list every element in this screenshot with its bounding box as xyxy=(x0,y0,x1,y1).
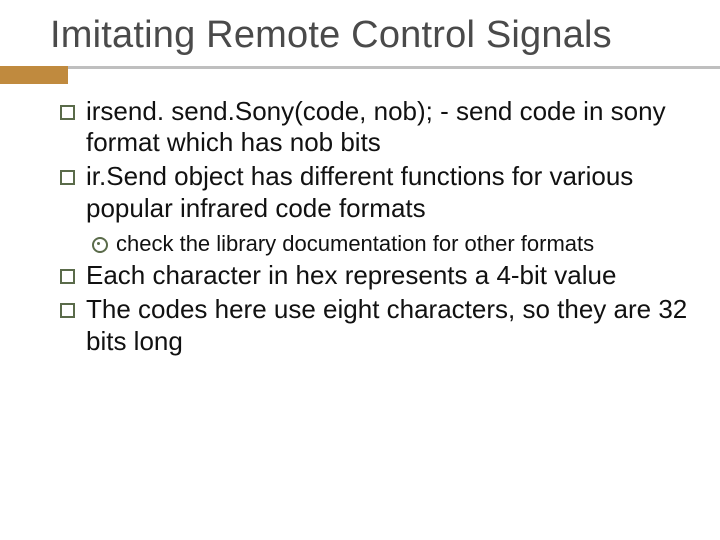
bullet-item: irsend. send.Sony(code, nob); - send cod… xyxy=(56,96,692,159)
bullet-text: ir.Send object has different functions f… xyxy=(86,161,633,223)
accent-bar xyxy=(0,66,68,84)
sub-bullet-list: check the library documentation for othe… xyxy=(86,229,692,259)
slide: Imitating Remote Control Signals irsend.… xyxy=(0,0,720,540)
slide-content: irsend. send.Sony(code, nob); - send cod… xyxy=(56,96,692,358)
bullet-item: Each character in hex represents a 4-bit… xyxy=(56,260,692,292)
bullet-item: The codes here use eight characters, so … xyxy=(56,294,692,357)
sub-bullet-item: check the library documentation for othe… xyxy=(86,229,692,259)
title-underline xyxy=(0,66,720,70)
bullet-list: irsend. send.Sony(code, nob); - send cod… xyxy=(56,96,692,358)
bullet-item: ir.Send object has different functions f… xyxy=(56,161,692,258)
slide-title: Imitating Remote Control Signals xyxy=(50,14,692,58)
